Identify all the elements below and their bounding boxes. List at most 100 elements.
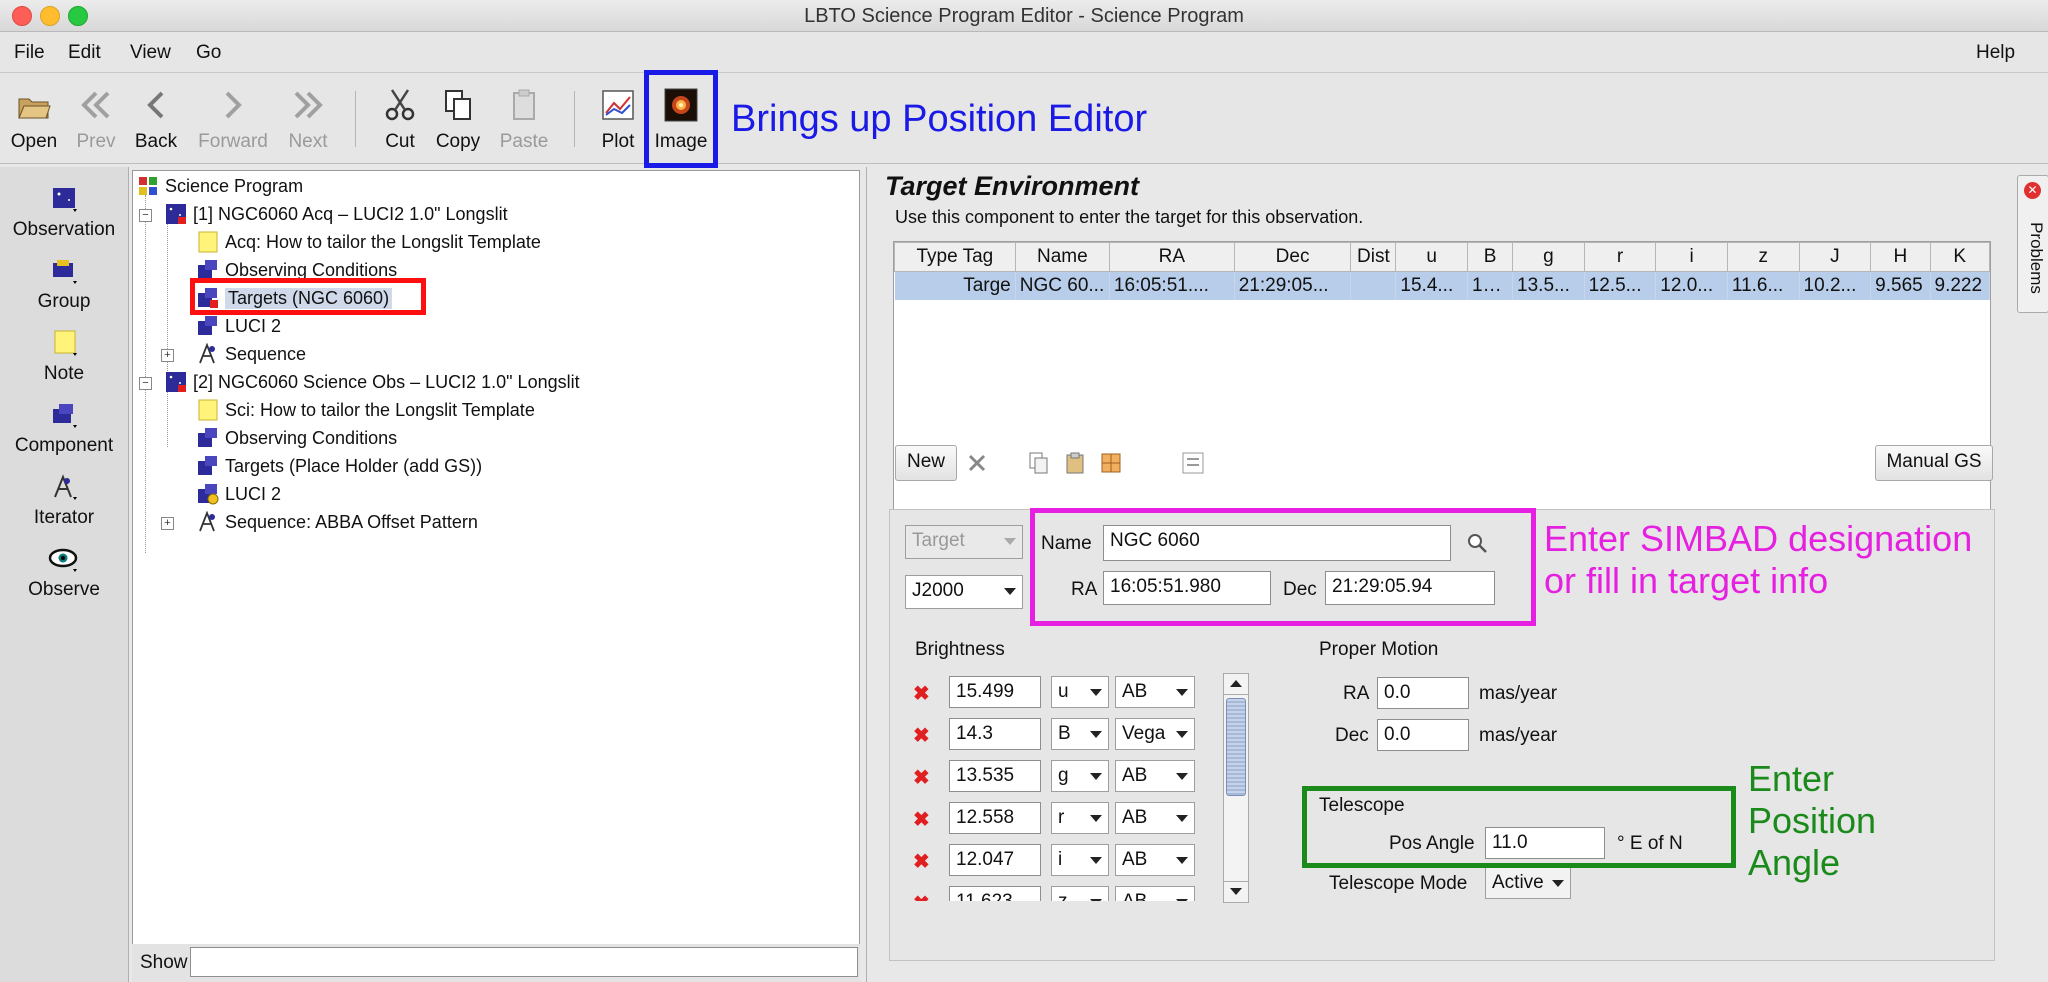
scroll-thumb[interactable] xyxy=(1226,698,1246,796)
collapse-toggle[interactable]: − xyxy=(139,377,152,390)
copy-icon xyxy=(445,90,471,120)
tree-item-obs1-note[interactable]: Acq: How to tailor the Longslit Template xyxy=(197,229,541,255)
table-row[interactable]: Targe NGC 60... 16:05:51.... 21:29:05...… xyxy=(894,271,1991,300)
column-header[interactable]: Dist xyxy=(1350,242,1397,272)
tree-item-obs1[interactable]: [1] NGC6060 Acq – LUCI2 1.0" Longslit xyxy=(165,201,508,227)
column-header[interactable]: Dec xyxy=(1233,242,1352,272)
show-filter-input[interactable] xyxy=(190,947,858,977)
scroll-down-icon[interactable] xyxy=(1224,881,1248,902)
magnitude-input[interactable]: 13.535 xyxy=(949,760,1041,792)
column-header[interactable]: Type Tag xyxy=(894,242,1016,272)
column-header[interactable]: i xyxy=(1655,242,1728,272)
plot-button[interactable]: Plot xyxy=(592,73,644,163)
manual-gs-button[interactable]: Manual GS xyxy=(1875,445,1993,481)
next-button[interactable]: Next xyxy=(282,73,334,163)
tree-item-obs2-instrument[interactable]: LUCI 2 xyxy=(197,481,281,507)
open-button[interactable]: Open xyxy=(8,73,60,163)
magnitude-input[interactable]: 14.3 xyxy=(949,718,1041,750)
tree-item-obs2-targets[interactable]: Targets (Place Holder (add GS)) xyxy=(197,453,482,479)
list-item: ✖ 11.623 z AB xyxy=(905,883,1205,901)
palette-observation[interactable]: Observation xyxy=(0,185,128,241)
remove-icon[interactable]: ✖ xyxy=(913,807,930,832)
copy-button[interactable]: Copy xyxy=(432,73,484,163)
palette-note[interactable]: Note xyxy=(0,329,128,385)
system-select[interactable]: AB xyxy=(1115,844,1195,876)
paste-button[interactable]: Paste xyxy=(496,73,552,163)
menu-go[interactable]: Go xyxy=(196,42,221,64)
brightness-list: ✖ 15.499 u AB ✖ 14.3 B Vega ✖ 13.535 g A… xyxy=(905,673,1205,901)
tree-item-obs2-conditions[interactable]: Observing Conditions xyxy=(197,425,397,451)
remove-icon[interactable]: ✖ xyxy=(913,681,930,706)
menu-file[interactable]: File xyxy=(14,42,45,64)
column-header[interactable]: J xyxy=(1798,242,1872,272)
column-header[interactable]: B xyxy=(1467,242,1514,272)
palette-observe[interactable]: Observe xyxy=(0,545,128,601)
tree-item-obs2-note[interactable]: Sci: How to tailor the Longslit Template xyxy=(197,397,535,423)
back-button[interactable]: Back xyxy=(130,73,182,163)
expand-toggle[interactable]: + xyxy=(161,349,174,362)
column-header[interactable]: g xyxy=(1512,242,1585,272)
env-title: Target Environment xyxy=(885,171,1140,201)
remove-icon[interactable]: ✖ xyxy=(913,849,930,874)
remove-icon[interactable]: ✖ xyxy=(913,723,930,748)
system-select[interactable]: AB xyxy=(1115,760,1195,792)
magnitude-input[interactable]: 11.623 xyxy=(949,886,1041,901)
palette-component[interactable]: Component xyxy=(0,401,128,457)
telescope-mode-select[interactable]: Active xyxy=(1485,867,1571,899)
observation-icon xyxy=(166,372,186,392)
system-select[interactable]: AB xyxy=(1115,886,1195,901)
menu-view[interactable]: View xyxy=(130,42,171,64)
system-select[interactable]: AB xyxy=(1115,802,1195,834)
tree-root[interactable]: Science Program xyxy=(137,173,303,199)
prev-button[interactable]: Prev xyxy=(70,73,122,163)
pm-ra-input[interactable]: 0.0 xyxy=(1377,677,1469,709)
column-header[interactable]: K xyxy=(1929,242,1991,272)
remove-icon[interactable]: ✖ xyxy=(913,765,930,790)
band-select[interactable]: g xyxy=(1051,760,1109,792)
scroll-up-icon[interactable] xyxy=(1224,674,1248,695)
tree-item-obs2-sequence[interactable]: Sequence: ABBA Offset Pattern xyxy=(197,509,478,535)
band-select[interactable]: i xyxy=(1051,844,1109,876)
iterator-icon xyxy=(199,511,215,532)
magnitude-input[interactable]: 12.047 xyxy=(949,844,1041,876)
band-select[interactable]: r xyxy=(1051,802,1109,834)
pm-dec-input[interactable]: 0.0 xyxy=(1377,719,1469,751)
menu-help[interactable]: Help xyxy=(1976,42,2015,64)
column-header[interactable]: u xyxy=(1395,242,1469,272)
magnitude-input[interactable]: 15.499 xyxy=(949,676,1041,708)
system-select[interactable]: Vega xyxy=(1115,718,1195,750)
paste-icon[interactable] xyxy=(1063,451,1087,475)
column-header[interactable]: Name xyxy=(1014,242,1110,272)
tree-item-obs1-instrument[interactable]: LUCI 2 xyxy=(197,313,281,339)
palette-group[interactable]: Group xyxy=(0,257,128,313)
collapse-toggle[interactable]: − xyxy=(139,209,152,222)
list-icon[interactable] xyxy=(1181,451,1205,475)
menu-edit[interactable]: Edit xyxy=(68,42,101,64)
tree-item-obs2[interactable]: [2] NGC6060 Science Obs – LUCI2 1.0" Lon… xyxy=(165,369,580,395)
column-header[interactable]: H xyxy=(1870,242,1931,272)
new-target-button[interactable]: New xyxy=(895,445,957,481)
target-type-select[interactable]: Target xyxy=(905,525,1023,559)
band-select[interactable]: z xyxy=(1051,886,1109,901)
remove-icon[interactable]: ✖ xyxy=(913,891,930,901)
duplicate-grid-icon[interactable] xyxy=(1099,451,1123,475)
cut-button[interactable]: Cut xyxy=(376,73,424,163)
delete-icon[interactable] xyxy=(967,453,987,473)
column-header[interactable]: RA xyxy=(1108,242,1235,272)
magnitude-input[interactable]: 12.558 xyxy=(949,802,1041,834)
column-header[interactable]: z xyxy=(1726,242,1800,272)
tree-item-obs1-sequence[interactable]: Sequence xyxy=(197,341,306,367)
problems-tab[interactable]: ✕ Problems xyxy=(2017,175,2048,313)
table-cell: 11.6... xyxy=(1727,271,1800,300)
brightness-scrollbar[interactable] xyxy=(1223,673,1249,903)
copy-icon[interactable] xyxy=(1027,451,1051,475)
expand-toggle[interactable]: + xyxy=(161,517,174,530)
column-header[interactable]: r xyxy=(1583,242,1657,272)
system-select[interactable]: AB xyxy=(1115,676,1195,708)
palette-iterator[interactable]: Iterator xyxy=(0,473,128,529)
band-select[interactable]: u xyxy=(1051,676,1109,708)
epoch-select[interactable]: J2000 xyxy=(905,575,1023,609)
forward-button[interactable]: Forward xyxy=(192,73,274,163)
error-icon: ✕ xyxy=(2024,182,2041,199)
band-select[interactable]: B xyxy=(1051,718,1109,750)
